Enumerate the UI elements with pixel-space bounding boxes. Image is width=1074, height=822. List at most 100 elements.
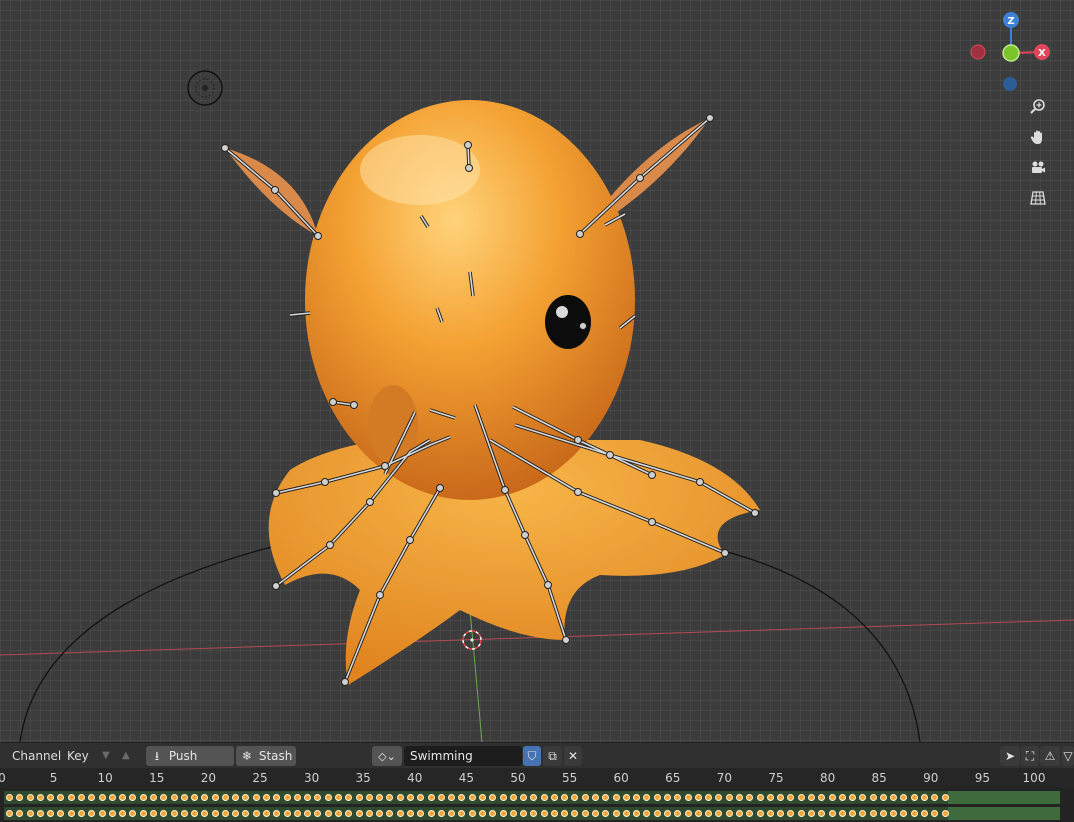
keyframe-marker[interactable] [674,810,682,817]
keyframe-marker[interactable] [98,810,106,817]
grid-ortho-icon[interactable] [1025,185,1051,211]
keyframe-marker[interactable] [129,810,137,817]
keyframe-marker[interactable] [715,810,723,817]
keyframe-marker[interactable] [16,794,24,801]
keyframe-marker[interactable] [664,810,671,817]
navigation-gizmo[interactable]: Z X [966,8,1056,98]
keyframe-marker[interactable] [540,810,548,817]
fake-user-shield-icon[interactable]: ⛉ [523,746,541,766]
keyframe-marker[interactable] [232,794,240,801]
keyframe-marker[interactable] [221,810,229,817]
keyframe-marker[interactable] [900,794,908,801]
keyframe-marker[interactable] [304,794,312,801]
keyframe-marker[interactable] [797,794,805,801]
keyframe-marker[interactable] [715,794,723,801]
move-down-icon[interactable]: ▼ [102,747,110,765]
keyframe-marker[interactable] [879,810,887,817]
keyframe-marker[interactable] [478,810,486,817]
keyframe-marker[interactable] [653,794,661,801]
keyframe-marker[interactable] [448,810,456,817]
keyframe-marker[interactable] [807,810,815,817]
keyframe-marker[interactable] [468,810,476,817]
move-up-icon[interactable]: ▲ [122,747,130,765]
keyframe-marker[interactable] [242,810,250,817]
keyframe-marker[interactable] [756,794,764,801]
keyframe-marker[interactable] [263,810,271,817]
keyframe-marker[interactable] [890,794,898,801]
keyframe-marker[interactable] [406,794,414,801]
keyframe-marker[interactable] [386,810,394,817]
keyframe-marker[interactable] [427,810,435,817]
keyframe-marker[interactable] [571,794,579,801]
keyframe-marker[interactable] [458,794,466,801]
keyframe-marker[interactable] [869,810,877,817]
keyframe-marker[interactable] [273,794,281,801]
keyframe-marker[interactable] [849,794,857,801]
keyframe-marker[interactable] [807,794,815,801]
keyframe-marker[interactable] [478,794,486,801]
action-browse-button[interactable]: ◇⌄ [372,746,402,766]
duplicate-action-icon[interactable]: ⧉ [543,746,562,766]
keyframe-marker[interactable] [540,794,548,801]
keyframe-marker[interactable] [499,794,507,801]
keyframe-marker[interactable] [818,810,826,817]
keyframe-marker[interactable] [931,810,939,817]
keyframe-marker[interactable] [725,810,733,817]
keyframe-marker[interactable] [622,810,630,817]
keyframe-marker[interactable] [612,810,620,817]
keyframe-marker[interactable] [149,810,157,817]
keyframe-marker[interactable] [571,810,579,817]
keyframe-marker[interactable] [633,794,641,801]
keyframe-marker[interactable] [88,794,96,801]
keyframe-marker[interactable] [859,810,867,817]
keyframe-marker[interactable] [355,794,363,801]
keyframe-marker[interactable] [201,794,209,801]
keyframe-marker[interactable] [664,794,671,801]
keyframe-marker[interactable] [777,794,785,801]
keyframe-marker[interactable] [602,810,610,817]
nla-track[interactable] [0,791,1074,806]
keyframe-marker[interactable] [746,794,754,801]
keyframe-marker[interactable] [180,810,188,817]
keyframe-marker[interactable] [694,794,702,801]
keyframe-marker[interactable] [211,794,219,801]
keyframe-marker[interactable] [437,810,445,817]
keyframe-marker[interactable] [437,794,445,801]
keyframe-marker[interactable] [602,794,610,801]
keyframe-marker[interactable] [386,794,394,801]
keyframe-marker[interactable] [293,794,301,801]
keyframe-marker[interactable] [406,810,414,817]
keyframe-marker[interactable] [684,794,692,801]
keyframe-marker[interactable] [797,810,805,817]
keyframe-marker[interactable] [77,794,85,801]
keyframe-marker[interactable] [335,794,342,801]
keyframe-marker[interactable] [910,794,918,801]
keyframe-marker[interactable] [633,810,641,817]
keyframe-marker[interactable] [283,794,291,801]
keyframe-marker[interactable] [520,794,528,801]
keyframe-marker[interactable] [221,794,229,801]
keyframe-marker[interactable] [396,810,404,817]
keyframe-marker[interactable] [941,810,949,817]
keyframe-marker[interactable] [47,794,55,801]
keyframe-marker[interactable] [263,794,271,801]
keyframe-marker[interactable] [684,810,692,817]
keyframe-marker[interactable] [550,794,558,801]
keyframe-marker[interactable] [705,810,713,817]
keyframe-marker[interactable] [787,794,795,801]
menu-key[interactable]: Key [67,747,89,765]
keyframe-marker[interactable] [879,794,887,801]
keyframe-marker[interactable] [489,794,497,801]
keyframe-marker[interactable] [345,810,353,817]
3d-viewport[interactable]: Z X [0,0,1074,742]
frame-ruler[interactable]: 0 5 10 15 20 25 30 35 40 45 50 55 60 65 70 75 80 85 90 95 10… [0,768,1074,788]
keyframe-marker[interactable] [828,810,836,817]
keyframe-marker[interactable] [581,810,589,817]
nla-tracks[interactable] [0,788,1074,822]
keyframe-marker[interactable] [622,794,630,801]
keyframe-marker[interactable] [98,794,106,801]
action-name-field[interactable]: Swimming [404,746,522,766]
keyframe-marker[interactable] [324,794,332,801]
keyframe-marker[interactable] [170,810,178,817]
keyframe-marker[interactable] [643,810,651,817]
